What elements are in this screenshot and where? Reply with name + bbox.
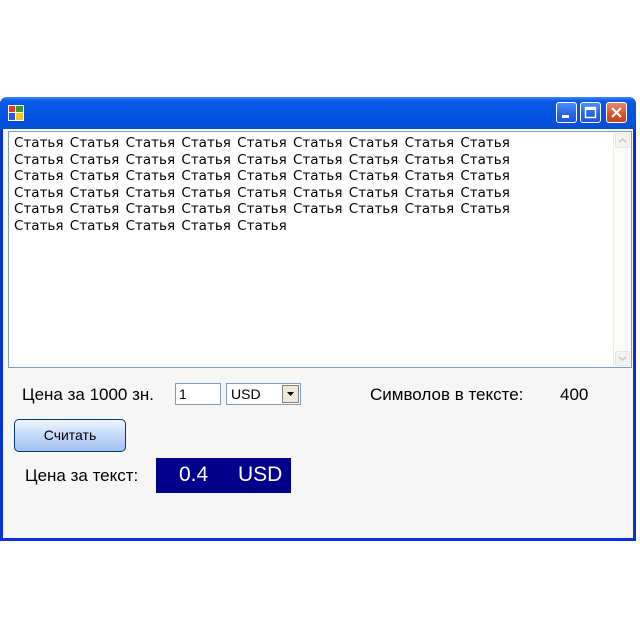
price-input[interactable] (175, 383, 221, 405)
price-per-1000-label: Цена за 1000 зн. (22, 385, 155, 404)
article-text[interactable]: Статья Статья Статья Статья Статья Стать… (14, 135, 604, 234)
client-area: Статья Статья Статья Статья Статья Стать… (3, 129, 633, 538)
close-icon (611, 107, 622, 118)
maximize-button[interactable] (580, 102, 601, 123)
result-currency: USD (238, 463, 283, 486)
currency-select[interactable]: USD (226, 383, 301, 405)
minimize-icon (562, 115, 569, 118)
chevron-down-icon (618, 356, 627, 361)
result-label: Цена за текст: (25, 466, 139, 485)
result-value: 0.4 (179, 463, 209, 486)
scroll-up-button[interactable] (615, 133, 630, 148)
calculate-button[interactable]: Считать (14, 419, 126, 452)
vertical-scrollbar[interactable] (613, 132, 631, 367)
dropdown-button[interactable] (282, 385, 299, 403)
windows-app-icon[interactable] (8, 105, 24, 121)
currency-select-value: USD (231, 386, 261, 402)
char-count-value: 400 (560, 385, 589, 404)
maximize-icon (584, 106, 597, 119)
title-bar[interactable] (0, 97, 636, 129)
dropdown-arrow-icon (287, 392, 294, 396)
article-textarea[interactable]: Статья Статья Статья Статья Статья Стать… (8, 131, 632, 368)
close-button[interactable] (606, 102, 627, 123)
chevron-up-icon (618, 138, 627, 143)
app-window: Статья Статья Статья Статья Статья Стать… (0, 97, 636, 541)
scroll-down-button[interactable] (615, 351, 630, 366)
minimize-button[interactable] (556, 102, 577, 123)
char-count-label: Символов в тексте: (370, 385, 524, 404)
result-display: 0.4 USD (156, 458, 291, 493)
